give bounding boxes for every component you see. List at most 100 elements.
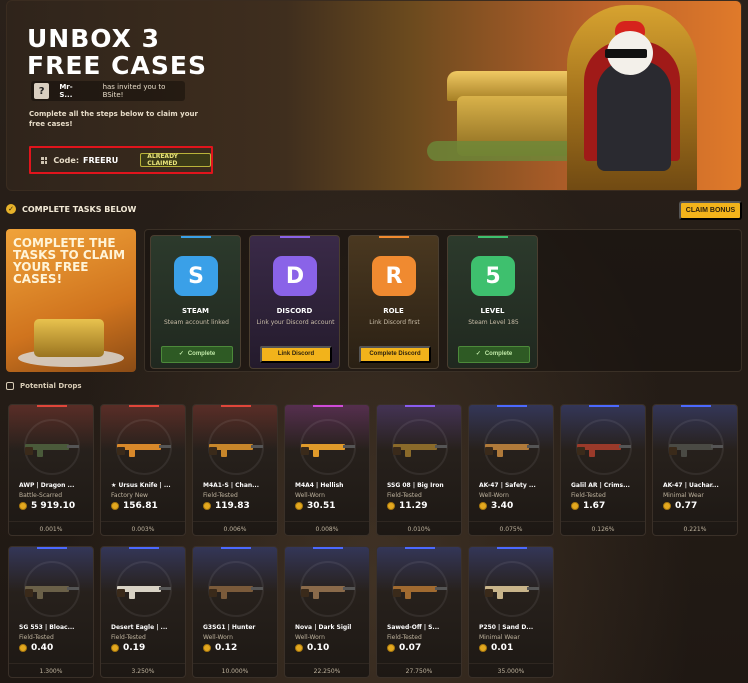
inviter-avatar: ? [34, 83, 50, 99]
invite-banner: ? Mr-S... has invited you to BSite! [31, 81, 185, 101]
drop-price-value: 0.10 [307, 643, 330, 653]
rarity-bar [405, 547, 435, 549]
task-button-label: Complete Discord [369, 351, 421, 357]
drop-card[interactable]: P250 | Sand D... Minimal Wear 0.01 35.00… [468, 546, 554, 678]
drop-odds: 22.250% [285, 663, 369, 677]
task-button[interactable]: ✓ Complete [458, 346, 530, 363]
drop-wear: Well-Worn [295, 492, 325, 499]
rooster-mascot [597, 61, 671, 171]
drop-price: 0.01 [479, 643, 513, 653]
task-description: Steam Level 185 [468, 319, 519, 326]
hero-banner: UNBOX 3 FREE CASES ? Mr-S... has invited… [6, 0, 742, 191]
drop-wear: Minimal Wear [479, 634, 520, 641]
weapon-image [209, 586, 263, 599]
drop-price-value: 0.07 [399, 643, 422, 653]
drop-odds: 0.008% [285, 521, 369, 535]
check-icon: ✓ [178, 351, 184, 357]
check-circle-icon: ✓ [6, 204, 16, 214]
drop-card[interactable]: Desert Eagle | ... Field-Tested 0.19 3.2… [100, 546, 186, 678]
task-card-role: R ROLE Link Discord first Complete Disco… [348, 235, 439, 369]
hero-title-line1: UNBOX 3 [27, 24, 161, 53]
hero-title: UNBOX 3 FREE CASES [27, 25, 207, 79]
drop-wear: Field-Tested [111, 634, 146, 641]
task-description: Steam account linked [164, 319, 229, 326]
drop-odds: 1.300% [9, 663, 93, 677]
drop-card[interactable]: G3SG1 | Hunter Well-Worn 0.12 10.000% [192, 546, 278, 678]
coin-icon [203, 502, 211, 510]
weapon-image [25, 444, 79, 457]
drop-odds: 3.250% [101, 663, 185, 677]
drop-card[interactable]: SG 553 | Bloac... Field-Tested 0.40 1.30… [8, 546, 94, 678]
task-name: ROLE [383, 307, 404, 315]
drop-name: Galil AR | Crims... [571, 482, 630, 489]
drop-price-value: 3.40 [491, 501, 514, 511]
drop-card[interactable]: Nova | Dark Sigil Well-Worn 0.10 22.250% [284, 546, 370, 678]
drop-wear: Factory New [111, 492, 148, 499]
drop-card[interactable]: SSG 08 | Big Iron Field-Tested 11.29 0.0… [376, 404, 462, 536]
drop-wear: Well-Worn [203, 634, 233, 641]
grid-icon [41, 156, 48, 164]
weapon-image [393, 586, 447, 599]
drop-price: 11.29 [387, 501, 427, 511]
drop-price-value: 0.19 [123, 643, 146, 653]
level-icon: 5 [471, 256, 515, 296]
drop-card[interactable]: AK-47 | Safety ... Well-Worn 3.40 0.075% [468, 404, 554, 536]
task-button[interactable]: Link Discord [260, 346, 332, 363]
drop-price-value: 0.12 [215, 643, 238, 653]
task-button[interactable]: Complete Discord [359, 346, 431, 363]
drop-wear: Field-Tested [19, 634, 54, 641]
task-topbar [181, 236, 211, 238]
drop-name: Sawed-Off | S... [387, 624, 440, 631]
drop-card[interactable]: ★ Ursus Knife | ... Factory New 156.81 0… [100, 404, 186, 536]
weapon-image [577, 444, 631, 457]
drop-card[interactable]: M4A4 | Hellish Well-Worn 30.51 0.008% [284, 404, 370, 536]
drop-odds: 0.003% [101, 521, 185, 535]
potential-drops-title: Potential Drops [20, 382, 82, 390]
coin-icon [295, 502, 303, 510]
already-claimed-badge: ALREADY CLAIMED [140, 153, 211, 167]
drop-name: Nova | Dark Sigil [295, 624, 352, 631]
role-icon: R [372, 256, 416, 296]
task-description: Link your Discord account [256, 319, 335, 326]
drop-wear: Minimal Wear [663, 492, 704, 499]
rarity-bar [497, 547, 527, 549]
drop-odds: 0.010% [377, 521, 461, 535]
drop-card[interactable]: AK-47 | Uachar... Minimal Wear 0.77 0.22… [652, 404, 738, 536]
drop-odds: 10.000% [193, 663, 277, 677]
task-topbar [478, 236, 508, 238]
task-name: STEAM [182, 307, 209, 315]
drop-price-value: 0.40 [31, 643, 54, 653]
task-button[interactable]: ✓ Complete [161, 346, 233, 363]
drop-name: M4A1-S | Chan... [203, 482, 259, 489]
coin-icon [19, 502, 27, 510]
drop-card[interactable]: Sawed-Off | S... Field-Tested 0.07 27.75… [376, 546, 462, 678]
steam-icon: S [174, 256, 218, 296]
rarity-bar [221, 547, 251, 549]
potential-drops-header: Potential Drops [6, 382, 82, 390]
task-topbar [280, 236, 310, 238]
coin-icon [479, 644, 487, 652]
drop-odds: 35.000% [469, 663, 553, 677]
drop-card[interactable]: Galil AR | Crims... Field-Tested 1.67 0.… [560, 404, 646, 536]
claim-bonus-button[interactable]: CLAIM BONUS [679, 201, 742, 220]
drop-price-value: 30.51 [307, 501, 336, 511]
task-button-label: Link Discord [277, 351, 315, 357]
drop-card[interactable]: AWP | Dragon ... Battle-Scarred 5 919.10… [8, 404, 94, 536]
check-icon: ✓ [475, 351, 481, 357]
sunglasses [605, 49, 647, 58]
drop-name: AK-47 | Uachar... [663, 482, 719, 489]
drop-price: 0.77 [663, 501, 697, 511]
drop-card[interactable]: M4A1-S | Chan... Field-Tested 119.83 0.0… [192, 404, 278, 536]
drop-price: 0.40 [19, 643, 53, 653]
weapon-image [117, 444, 171, 457]
promo-card: COMPLETE THE TASKS TO CLAIM YOUR FREE CA… [6, 229, 136, 372]
rarity-bar [129, 547, 159, 549]
tasks-section-header: ✓ COMPLETE TASKS BELOW [6, 204, 136, 214]
drop-name: SG 553 | Bloac... [19, 624, 75, 631]
drop-wear: Field-Tested [203, 492, 238, 499]
rarity-bar [497, 405, 527, 407]
coin-icon [479, 502, 487, 510]
discord-icon: D [273, 256, 317, 296]
drop-price: 1.67 [571, 501, 605, 511]
drop-odds: 0.001% [9, 521, 93, 535]
